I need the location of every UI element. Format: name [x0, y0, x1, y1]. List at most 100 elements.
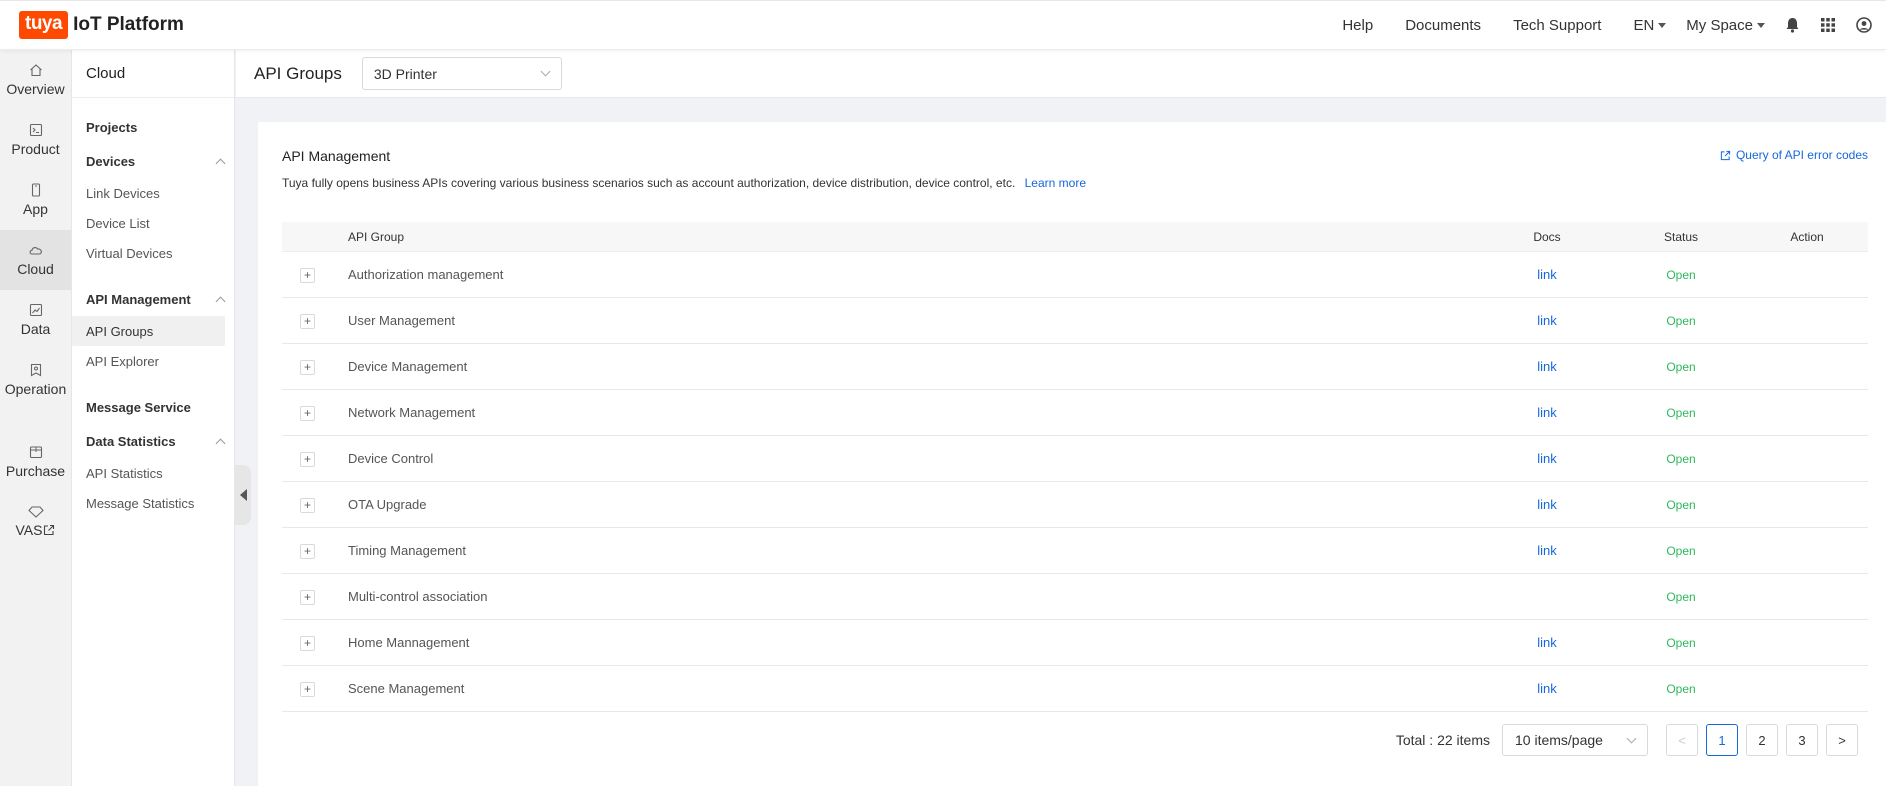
- page-button-3[interactable]: 3: [1786, 724, 1818, 756]
- apps-grid-icon[interactable]: [1820, 17, 1836, 33]
- sidebar-item-virtual-devices[interactable]: Virtual Devices: [72, 238, 225, 268]
- next-page-button[interactable]: >: [1826, 724, 1858, 756]
- rail-item-overview[interactable]: Overview: [0, 50, 71, 110]
- chevron-up-icon: [215, 296, 226, 306]
- sidebar-item-api-groups[interactable]: API Groups: [72, 316, 225, 346]
- expand-row-button[interactable]: +: [300, 359, 315, 375]
- api-error-codes-link[interactable]: Query of API error codes: [1720, 148, 1868, 162]
- sidebar-item-api-explorer[interactable]: API Explorer: [72, 346, 225, 376]
- sidebar-collapse-button[interactable]: [235, 465, 251, 525]
- status-badge: Open: [1666, 682, 1696, 696]
- rail-item-purchase[interactable]: Purchase: [0, 432, 71, 492]
- expand-row-button[interactable]: +: [300, 313, 315, 329]
- status-badge: Open: [1666, 360, 1696, 374]
- external-link-icon: [44, 524, 55, 536]
- expand-row-button[interactable]: +: [300, 589, 315, 605]
- expand-row-button[interactable]: +: [300, 405, 315, 421]
- chevron-up-icon: [215, 438, 226, 448]
- learn-more-link[interactable]: Learn more: [1025, 176, 1086, 190]
- page-size-select[interactable]: 10 items/page: [1502, 724, 1648, 756]
- expand-row-button[interactable]: +: [300, 635, 315, 651]
- expand-row-button[interactable]: +: [300, 497, 315, 513]
- my-space-dropdown[interactable]: My Space: [1686, 17, 1765, 34]
- docs-link[interactable]: link: [1537, 635, 1557, 650]
- table-row: + Device Management link Open: [282, 344, 1868, 390]
- bell-icon[interactable]: [1785, 17, 1800, 33]
- sidebar-title: Cloud: [72, 50, 234, 98]
- docs-link[interactable]: link: [1537, 313, 1557, 328]
- rail-label: VAS: [15, 522, 43, 538]
- rail-item-product[interactable]: Product: [0, 110, 71, 170]
- rail-label: Overview: [6, 81, 65, 97]
- language-dropdown[interactable]: EN: [1633, 16, 1667, 34]
- docs-link[interactable]: link: [1537, 405, 1557, 420]
- docs-link[interactable]: link: [1537, 359, 1557, 374]
- user-avatar-icon[interactable]: [1856, 17, 1872, 33]
- tech-support-link[interactable]: Tech Support: [1513, 17, 1601, 34]
- primary-sidebar: Overview Product App Cloud Data Operatio…: [0, 50, 72, 786]
- status-badge: Open: [1666, 452, 1696, 466]
- chart-icon: [29, 303, 42, 317]
- sidebar-group-devices[interactable]: Devices: [72, 144, 234, 178]
- sidebar-group-label: API Management: [86, 291, 191, 307]
- chevron-down-icon: [1658, 22, 1667, 28]
- terminal-icon: [29, 123, 42, 137]
- rail-item-vas[interactable]: VAS: [0, 492, 71, 552]
- rail-item-app[interactable]: App: [0, 170, 71, 230]
- docs-link[interactable]: link: [1537, 681, 1557, 696]
- expand-row-button[interactable]: +: [300, 681, 315, 697]
- rail-item-operation[interactable]: Operation: [0, 350, 71, 410]
- secondary-sidebar: Cloud Projects Devices Link Devices Devi…: [72, 50, 235, 786]
- table-row: + Authorization management link Open: [282, 252, 1868, 298]
- rail-spacer: [0, 410, 71, 432]
- expand-row-button[interactable]: +: [300, 451, 315, 467]
- sidebar-item-link-devices[interactable]: Link Devices: [72, 178, 225, 208]
- table-row: + Multi-control association Open: [282, 574, 1868, 620]
- caret-left-icon: [239, 489, 247, 501]
- rail-item-data[interactable]: Data: [0, 290, 71, 350]
- documents-link[interactable]: Documents: [1405, 17, 1481, 34]
- card-description: Tuya fully opens business APIs covering …: [282, 176, 1086, 190]
- api-group-name: User Management: [348, 313, 455, 328]
- rail-item-cloud[interactable]: Cloud: [0, 230, 71, 290]
- sidebar-item-message-service[interactable]: Message Service: [72, 390, 234, 424]
- status-badge: Open: [1666, 498, 1696, 512]
- home-icon: [29, 64, 42, 77]
- expand-row-button[interactable]: +: [300, 543, 315, 559]
- status-badge: Open: [1666, 590, 1696, 604]
- sidebar-group-api-management[interactable]: API Management: [72, 282, 234, 316]
- product-select[interactable]: 3D Printer: [361, 57, 562, 90]
- tuya-logo[interactable]: tuya IoT Platform: [19, 11, 184, 39]
- sidebar-item-device-list[interactable]: Device List: [72, 208, 225, 238]
- api-group-name: Home Mannagement: [348, 635, 470, 650]
- prev-page-button[interactable]: <: [1666, 724, 1698, 756]
- docs-link[interactable]: link: [1537, 543, 1557, 558]
- sidebar-item-label: Message Service: [86, 399, 191, 415]
- status-badge: Open: [1666, 636, 1696, 650]
- table-row: + Scene Management link Open: [282, 666, 1868, 712]
- sidebar-item-api-statistics[interactable]: API Statistics: [72, 458, 225, 488]
- docs-link[interactable]: link: [1537, 451, 1557, 466]
- rail-label: App: [23, 201, 48, 217]
- table-row: + User Management link Open: [282, 298, 1868, 344]
- sidebar-group-data-statistics[interactable]: Data Statistics: [72, 424, 234, 458]
- sidebar-item-projects[interactable]: Projects: [72, 110, 234, 144]
- docs-link[interactable]: link: [1537, 497, 1557, 512]
- page-button-2[interactable]: 2: [1746, 724, 1778, 756]
- help-link[interactable]: Help: [1342, 17, 1373, 34]
- api-group-name: Multi-control association: [348, 589, 488, 604]
- top-navbar: tuya IoT Platform Help Documents Tech Su…: [0, 0, 1886, 50]
- api-group-name: Device Control: [348, 451, 434, 466]
- expand-row-button[interactable]: +: [300, 267, 315, 283]
- cloud-icon: [29, 247, 42, 255]
- sidebar-item-message-statistics[interactable]: Message Statistics: [72, 488, 225, 518]
- api-group-name: Authorization management: [348, 267, 504, 282]
- table-header: API Group Docs Status Action: [282, 222, 1868, 252]
- table-row: + OTA Upgrade link Open: [282, 482, 1868, 528]
- page-button-1[interactable]: 1: [1706, 724, 1738, 756]
- status-badge: Open: [1666, 314, 1696, 328]
- docs-link[interactable]: link: [1537, 267, 1557, 282]
- language-label: EN: [1633, 16, 1655, 34]
- pagination-total: Total : 22 items: [1395, 732, 1490, 748]
- logo-badge: tuya: [19, 11, 69, 39]
